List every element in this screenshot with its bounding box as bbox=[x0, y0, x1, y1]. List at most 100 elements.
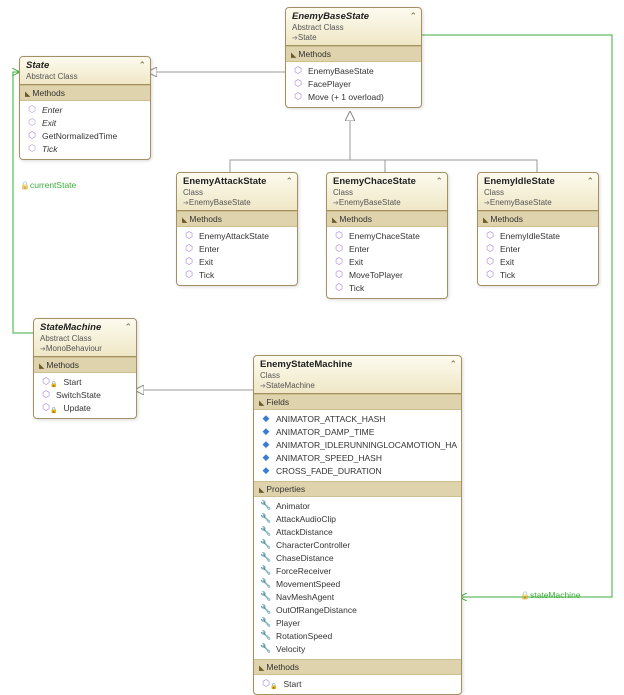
member-item[interactable]: EnemyAttackState bbox=[181, 229, 293, 242]
collapse-icon[interactable]: ⌃ bbox=[409, 11, 417, 22]
section-methods[interactable]: Methods bbox=[254, 659, 461, 675]
class-kind: Class bbox=[260, 371, 445, 380]
member-label: Enter bbox=[349, 244, 369, 254]
member-item[interactable]: AttackDistance bbox=[258, 525, 457, 538]
member-item[interactable]: 🔒Start bbox=[38, 375, 132, 388]
class-StateMachine[interactable]: StateMachine Abstract Class MonoBehaviou… bbox=[33, 318, 137, 419]
collapse-icon[interactable]: ⌃ bbox=[435, 176, 443, 187]
class-EnemyChaceState[interactable]: EnemyChaceState Class EnemyBaseState ⌃ M… bbox=[326, 172, 448, 299]
class-header[interactable]: EnemyChaceState Class EnemyBaseState ⌃ bbox=[327, 173, 447, 211]
collapse-icon[interactable]: ⌃ bbox=[449, 359, 457, 370]
member-item[interactable]: EnemyBaseState bbox=[290, 64, 417, 77]
member-item[interactable]: FacePlayer bbox=[290, 77, 417, 90]
member-label: EnemyIdleState bbox=[500, 231, 560, 241]
member-item[interactable]: Exit bbox=[24, 116, 146, 129]
private-lock-icon: 🔒 bbox=[270, 683, 277, 690]
member-item[interactable]: ANIMATOR_DAMP_TIME bbox=[258, 425, 457, 438]
member-item[interactable]: MovementSpeed bbox=[258, 577, 457, 590]
collapse-icon[interactable]: ⌃ bbox=[138, 60, 146, 71]
member-item[interactable]: Animator bbox=[258, 499, 457, 512]
member-item[interactable]: Enter bbox=[181, 242, 293, 255]
member-label: ChaseDistance bbox=[276, 553, 334, 563]
member-item[interactable]: OutOfRangeDistance bbox=[258, 603, 457, 616]
member-item[interactable]: ANIMATOR_IDLERUNNINGLOCAMOTION_HASH bbox=[258, 438, 457, 451]
member-item[interactable]: CharacterController bbox=[258, 538, 457, 551]
class-header[interactable]: EnemyAttackState Class EnemyBaseState ⌃ bbox=[177, 173, 297, 211]
section-methods[interactable]: Methods bbox=[20, 85, 150, 101]
method-icon bbox=[333, 256, 345, 267]
section-methods[interactable]: Methods bbox=[286, 46, 421, 62]
method-icon bbox=[292, 91, 304, 102]
section-methods[interactable]: Methods bbox=[478, 211, 598, 227]
member-item[interactable]: ANIMATOR_SPEED_HASH bbox=[258, 451, 457, 464]
class-title: EnemyChaceState bbox=[333, 176, 431, 187]
class-EnemyIdleState[interactable]: EnemyIdleState Class EnemyBaseState ⌃ Me… bbox=[477, 172, 599, 286]
member-item[interactable]: Velocity bbox=[258, 642, 457, 655]
class-header[interactable]: State Abstract Class ⌃ bbox=[20, 57, 150, 85]
member-item[interactable]: 🔒 Start bbox=[258, 677, 457, 690]
class-header[interactable]: EnemyStateMachine Class StateMachine ⌃ bbox=[254, 356, 461, 394]
section-methods[interactable]: Methods bbox=[177, 211, 297, 227]
member-item[interactable]: RotationSpeed bbox=[258, 629, 457, 642]
class-EnemyBaseState[interactable]: EnemyBaseState Abstract Class State ⌃ Me… bbox=[285, 7, 422, 108]
collapse-icon[interactable]: ⌃ bbox=[124, 322, 132, 333]
member-item[interactable]: EnemyIdleState bbox=[482, 229, 594, 242]
class-header[interactable]: StateMachine Abstract Class MonoBehaviou… bbox=[34, 319, 136, 357]
member-item[interactable]: ForceReceiver bbox=[258, 564, 457, 577]
class-header[interactable]: EnemyIdleState Class EnemyBaseState ⌃ bbox=[478, 173, 598, 211]
collapse-icon[interactable]: ⌃ bbox=[586, 176, 594, 187]
field-icon bbox=[260, 452, 272, 463]
member-item[interactable]: SwitchState bbox=[38, 388, 132, 401]
class-inherits: State bbox=[292, 33, 317, 42]
class-State[interactable]: State Abstract Class ⌃ Methods Enter Exit… bbox=[19, 56, 151, 160]
member-item[interactable]: Player bbox=[258, 616, 457, 629]
private-lock-icon: 🔒 bbox=[50, 381, 57, 388]
member-item[interactable]: GetNormalizedTime bbox=[24, 129, 146, 142]
member-item[interactable]: Enter bbox=[24, 103, 146, 116]
method-icon bbox=[484, 256, 496, 267]
section-methods[interactable]: Methods bbox=[327, 211, 447, 227]
member-item[interactable]: CROSS_FADE_DURATION bbox=[258, 464, 457, 477]
section-properties[interactable]: Properties bbox=[254, 481, 461, 497]
properties-list: AnimatorAttackAudioClipAttackDistance Cha… bbox=[254, 497, 461, 659]
member-label: EnemyChaceState bbox=[349, 231, 420, 241]
member-item[interactable]: Enter bbox=[331, 242, 443, 255]
member-item[interactable]: Tick bbox=[24, 142, 146, 155]
method-icon bbox=[333, 243, 345, 254]
member-item[interactable]: NavMeshAgent bbox=[258, 590, 457, 603]
member-label: RotationSpeed bbox=[276, 631, 332, 641]
member-item[interactable]: Tick bbox=[181, 268, 293, 281]
fields-list: ANIMATOR_ATTACK_HASHANIMATOR_DAMP_TIMEAN… bbox=[254, 410, 461, 481]
member-label: EnemyBaseState bbox=[308, 66, 374, 76]
member-label: Enter bbox=[500, 244, 520, 254]
member-item[interactable]: EnemyChaceState bbox=[331, 229, 443, 242]
method-icon bbox=[484, 230, 496, 241]
member-item[interactable]: Exit bbox=[482, 255, 594, 268]
member-label: Tick bbox=[42, 144, 58, 154]
member-label: CharacterController bbox=[276, 540, 350, 550]
member-item[interactable]: Tick bbox=[482, 268, 594, 281]
collapse-icon[interactable]: ⌃ bbox=[285, 176, 293, 187]
class-EnemyAttackState[interactable]: EnemyAttackState Class EnemyBaseState ⌃ … bbox=[176, 172, 298, 286]
member-label: Enter bbox=[199, 244, 219, 254]
section-fields[interactable]: Fields bbox=[254, 394, 461, 410]
member-item[interactable]: Enter bbox=[482, 242, 594, 255]
member-item[interactable]: AttackAudioClip bbox=[258, 512, 457, 525]
member-item[interactable]: MoveToPlayer bbox=[331, 268, 443, 281]
member-label: Tick bbox=[349, 283, 364, 293]
section-methods[interactable]: Methods bbox=[34, 357, 136, 373]
member-item[interactable]: ChaseDistance bbox=[258, 551, 457, 564]
class-EnemyStateMachine[interactable]: EnemyStateMachine Class StateMachine ⌃ F… bbox=[253, 355, 462, 695]
member-item[interactable]: 🔒Update bbox=[38, 401, 132, 414]
member-label: Start bbox=[283, 679, 301, 689]
member-item[interactable]: Exit bbox=[181, 255, 293, 268]
member-label: CROSS_FADE_DURATION bbox=[276, 466, 382, 476]
class-title: EnemyAttackState bbox=[183, 176, 281, 187]
class-inherits: EnemyBaseState bbox=[484, 198, 552, 207]
member-item[interactable]: ANIMATOR_ATTACK_HASH bbox=[258, 412, 457, 425]
member-item[interactable]: Tick bbox=[331, 281, 443, 294]
member-label: Exit bbox=[42, 118, 56, 128]
member-item[interactable]: Move (+ 1 overload) bbox=[290, 90, 417, 103]
class-header[interactable]: EnemyBaseState Abstract Class State ⌃ bbox=[286, 8, 421, 46]
member-item[interactable]: Exit bbox=[331, 255, 443, 268]
